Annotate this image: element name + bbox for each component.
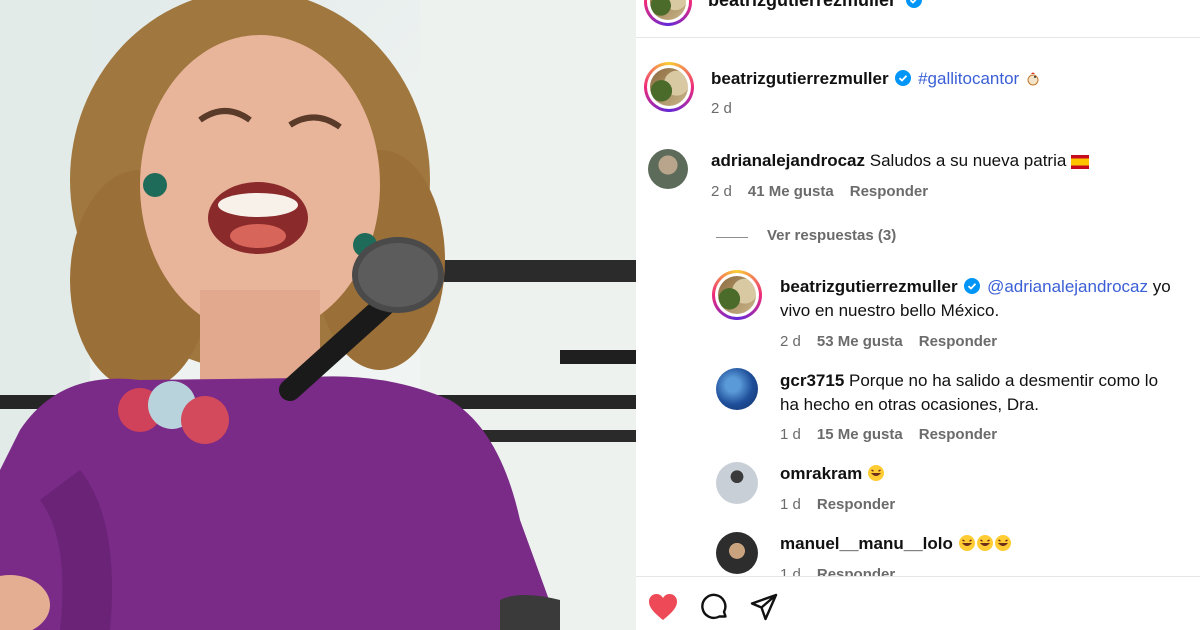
- reply-button[interactable]: Responder: [850, 183, 928, 200]
- laughing-emoji-icon: [958, 535, 975, 551]
- reply-avatar[interactable]: [712, 270, 762, 320]
- reply-button[interactable]: Responder: [817, 496, 895, 513]
- post-caption: beatrizgutierrezmuller #gallitocantor: [711, 67, 1042, 91]
- comments-panel: beatrizgutierrezmuller beatrizgutierrezm…: [636, 0, 1200, 630]
- comment: adrianalejandrocaz Saludos a su nueva pa…: [711, 149, 1090, 173]
- reply-username[interactable]: gcr3715: [780, 371, 844, 390]
- verified-badge-icon: [895, 70, 912, 86]
- comment-meta: 2 d 41 Me gusta Responder: [711, 183, 929, 200]
- reply-meta: 2 d 53 Me gusta Responder: [780, 333, 998, 350]
- reply-avatar[interactable]: [716, 462, 758, 504]
- hashtag-link[interactable]: #gallitocantor: [918, 69, 1019, 88]
- comment-text: Saludos a su nueva patria: [869, 151, 1067, 170]
- reply: gcr3715 Porque no ha salido a desmentir …: [780, 369, 1158, 393]
- reply: beatrizgutierrezmuller @adrianalejandroc…: [780, 275, 1200, 299]
- verified-badge-icon: [906, 0, 922, 8]
- post-photo: [0, 0, 636, 630]
- post-header: beatrizgutierrezmuller: [636, 0, 1200, 38]
- reply-meta: 1 d Responder: [780, 496, 896, 513]
- spain-flag-emoji-icon: [1071, 155, 1090, 169]
- post-username[interactable]: beatrizgutierrezmuller: [711, 69, 889, 88]
- laughing-emoji-icon: [867, 465, 884, 481]
- laughing-emoji-icon: [976, 535, 993, 551]
- reply-text-line2: ha hecho en otras ocasiones, Dra.: [780, 395, 1039, 414]
- reply-meta: 1 d 15 Me gusta Responder: [780, 426, 998, 443]
- reply: manuel__manu__lolo: [780, 532, 1012, 556]
- reply-username[interactable]: omrakram: [780, 464, 862, 483]
- reply-username[interactable]: beatrizgutierrezmuller: [780, 277, 958, 296]
- comment-username[interactable]: adrianalejandrocaz: [711, 151, 865, 170]
- header-avatar[interactable]: [644, 0, 692, 26]
- reply-button[interactable]: Responder: [919, 426, 997, 443]
- action-bar: [636, 576, 1200, 630]
- reply-text: yo: [1152, 277, 1171, 296]
- reply-button[interactable]: Responder: [919, 333, 997, 350]
- replies-divider: [716, 237, 748, 238]
- post-time: 2 d: [711, 100, 732, 117]
- reply-text-line2: vivo en nuestro bello México.: [780, 301, 1000, 320]
- laughing-emoji-icon: [994, 535, 1011, 551]
- heart-icon[interactable]: [648, 593, 678, 621]
- share-icon[interactable]: [750, 593, 778, 621]
- reply: omrakram: [780, 462, 885, 486]
- commenter-avatar[interactable]: [648, 149, 688, 189]
- comment-icon[interactable]: [700, 593, 728, 621]
- reply-username[interactable]: manuel__manu__lolo: [780, 534, 953, 553]
- header-username[interactable]: beatrizgutierrezmuller: [708, 0, 896, 11]
- reply-avatar[interactable]: [716, 532, 758, 574]
- post-avatar[interactable]: [644, 62, 694, 112]
- reply-avatar[interactable]: [716, 368, 758, 410]
- mention-link[interactable]: @adrianalejandrocaz: [987, 277, 1148, 296]
- view-replies-button[interactable]: Ver respuestas (3): [767, 227, 896, 244]
- reply-text: Porque no ha salido a desmentir como lo: [849, 371, 1159, 390]
- rooster-emoji-icon: [1027, 72, 1039, 86]
- verified-badge-icon: [964, 278, 981, 294]
